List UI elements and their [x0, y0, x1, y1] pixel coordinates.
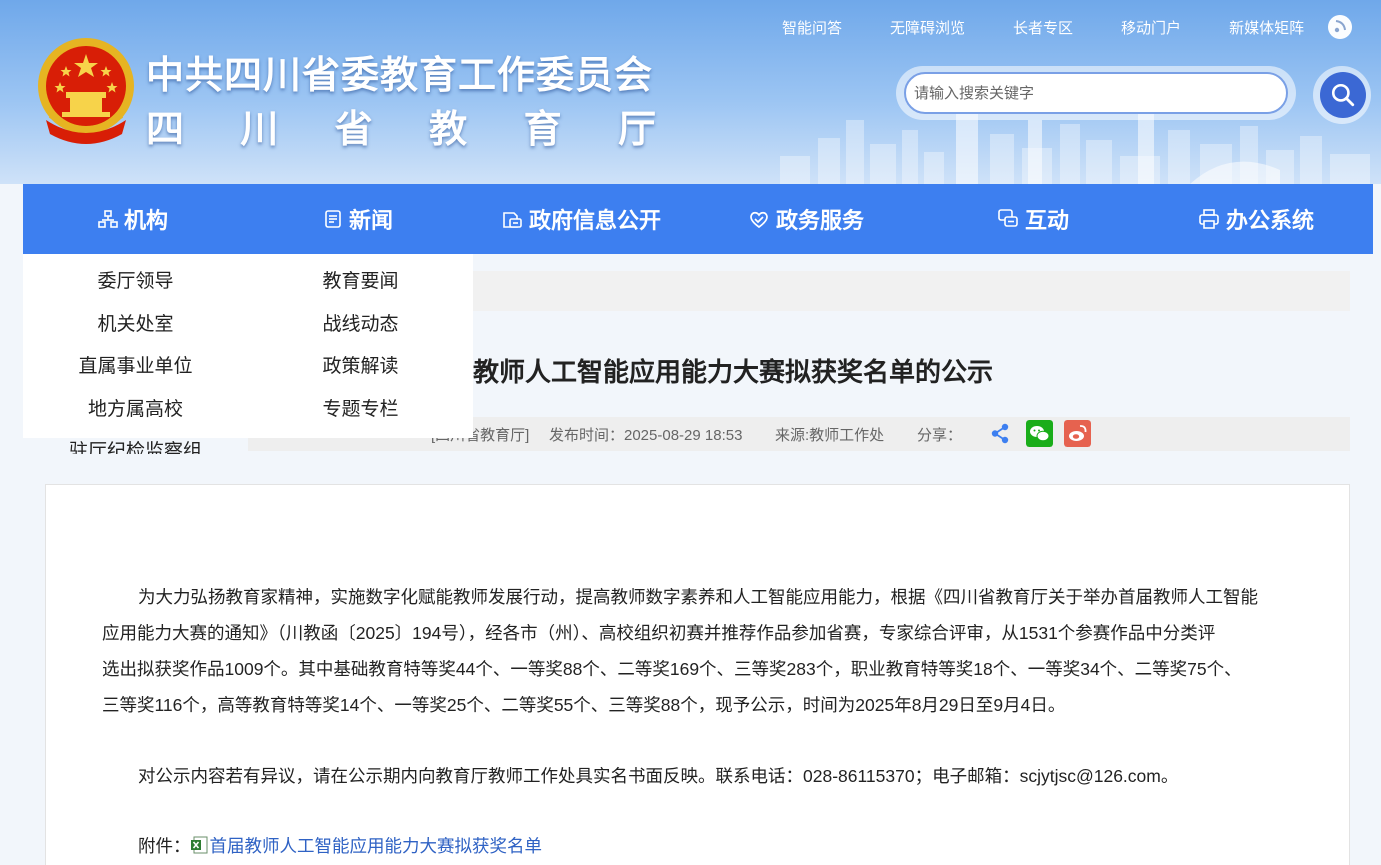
- nav-label: 政府信息公开: [529, 209, 662, 234]
- nav-label: 新闻: [349, 209, 394, 234]
- news-icon: [325, 210, 341, 228]
- paragraph-line: 三等奖116个，高等教育特等奖14个、一等奖25个、二等奖55个、三等奖88个，…: [102, 695, 1066, 715]
- nav-item-gov-info[interactable]: 政府信息公开: [501, 184, 661, 254]
- national-emblem-icon: [38, 38, 134, 144]
- toplink-elderly[interactable]: 长者专区: [1013, 17, 1073, 38]
- dropdown-item[interactable]: 委厅领导: [23, 266, 248, 293]
- dropdown-item[interactable]: 战线动态: [248, 309, 473, 336]
- dropdown-item[interactable]: 直属事业单位: [23, 351, 248, 378]
- main-nav: 机构 新闻 政府信息公开 政务服务 互动 办公系统: [23, 184, 1373, 254]
- toplink-smart-qa[interactable]: 智能问答: [782, 17, 842, 38]
- title-sub-char: 育: [523, 107, 562, 151]
- share-icon[interactable]: [987, 420, 1014, 447]
- paragraph-line: 为大力弘扬教育家精神，实施数字化赋能教师发展行动，提高教师数字素养和人工智能应用…: [138, 587, 1258, 607]
- weibo-icon[interactable]: [1064, 420, 1091, 447]
- org-chart-icon: [98, 210, 118, 228]
- dropdown-clipped-area: 驻厅纪检监察组: [23, 438, 248, 454]
- nav-dropdown-menu: 委厅领导 机关处室 直属事业单位 地方属高校 教育要闻 战线动态 政策解读 专题…: [23, 254, 473, 438]
- dropdown-item[interactable]: 教育要闻: [248, 266, 473, 293]
- breadcrumb-bar: [473, 271, 1350, 311]
- article-paragraph: 为大力弘扬教育家精神，实施数字化赋能教师发展行动，提高教师数字素养和人工智能应用…: [102, 579, 1302, 723]
- search-button[interactable]: [1320, 72, 1366, 118]
- nav-label: 机构: [124, 209, 169, 234]
- wechat-icon[interactable]: [1026, 420, 1053, 447]
- new-media-icon[interactable]: [1328, 15, 1352, 39]
- site-header: 中共四川省委教育工作委员会 四 川 省 教 育 厅 智能问答 无障碍浏览 长者专…: [0, 0, 1381, 184]
- share-label: 分享：: [917, 427, 963, 444]
- toplink-accessibility[interactable]: 无障碍浏览: [890, 17, 965, 38]
- title-sub-char: 教: [429, 107, 468, 151]
- attachment-link[interactable]: 首届教师人工智能应用能力大赛拟获奖名单: [210, 836, 543, 856]
- nav-item-organization[interactable]: 机构: [98, 184, 168, 254]
- nav-label: 互动: [1025, 209, 1070, 234]
- top-links: 智能问答 无障碍浏览 长者专区 移动门户 新媒体矩阵: [782, 17, 1304, 38]
- attachment-label: 附件：: [138, 836, 191, 856]
- nav-label: 办公系统: [1226, 209, 1315, 234]
- chat-icon: [998, 209, 1018, 227]
- dropdown-item[interactable]: 驻厅纪检监察组: [23, 438, 248, 454]
- paragraph-line: 对公示内容若有异议，请在公示期内向教育厅教师工作处具实名书面反映。联系电话：02…: [138, 766, 1179, 786]
- dropdown-item[interactable]: 专题专栏: [248, 394, 473, 421]
- article-publish-time: 发布时间：2025-08-29 18:53: [549, 427, 743, 444]
- search-icon: [1331, 83, 1355, 107]
- nav-label: 政务服务: [776, 209, 865, 234]
- title-sub-char: 川: [240, 107, 279, 151]
- toplink-mobile[interactable]: 移动门户: [1121, 17, 1181, 38]
- info-disclosure-icon: [503, 212, 522, 228]
- dropdown-item[interactable]: 机关处室: [23, 309, 248, 336]
- site-title-main: 中共四川省委教育工作委员会: [146, 53, 654, 97]
- site-title-sub: 四 川 省 教 育 厅: [146, 98, 656, 153]
- excel-file-icon: [190, 836, 207, 854]
- title-sub-char: 四: [146, 107, 185, 151]
- article-paragraph: 对公示内容若有异议，请在公示期内向教育厅教师工作处具实名书面反映。联系电话：02…: [102, 758, 1302, 794]
- title-sub-char: 省: [334, 107, 373, 151]
- title-sub-char: 厅: [617, 107, 656, 151]
- attachment-row: 附件： 首届教师人工智能应用能力大赛拟获奖名单: [138, 833, 542, 858]
- printer-icon: [1199, 209, 1219, 229]
- heart-service-icon: [750, 211, 768, 229]
- dropdown-item[interactable]: 地方属高校: [23, 394, 248, 421]
- nav-item-interaction[interactable]: 互动: [997, 184, 1069, 254]
- article-title: 教师人工智能应用能力大赛拟获奖名单的公示: [473, 358, 994, 388]
- dropdown-item[interactable]: 政策解读: [248, 351, 473, 378]
- article-origin: 来源:教师工作处: [775, 427, 885, 444]
- nav-item-office[interactable]: 办公系统: [1198, 184, 1314, 254]
- paragraph-line: 应用能力大赛的通知》（川教函〔2025〕194号），经各市（州）、高校组织初赛并…: [102, 623, 1216, 643]
- nav-item-gov-services[interactable]: 政务服务: [748, 184, 864, 254]
- nav-item-news[interactable]: 新闻: [323, 184, 393, 254]
- paragraph-line: 选出拟获奖作品1009个。其中基础教育特等奖44个、一等奖88个、二等奖169个…: [102, 659, 1242, 679]
- toplink-new-media[interactable]: 新媒体矩阵: [1229, 17, 1304, 38]
- search-input[interactable]: [904, 72, 1288, 114]
